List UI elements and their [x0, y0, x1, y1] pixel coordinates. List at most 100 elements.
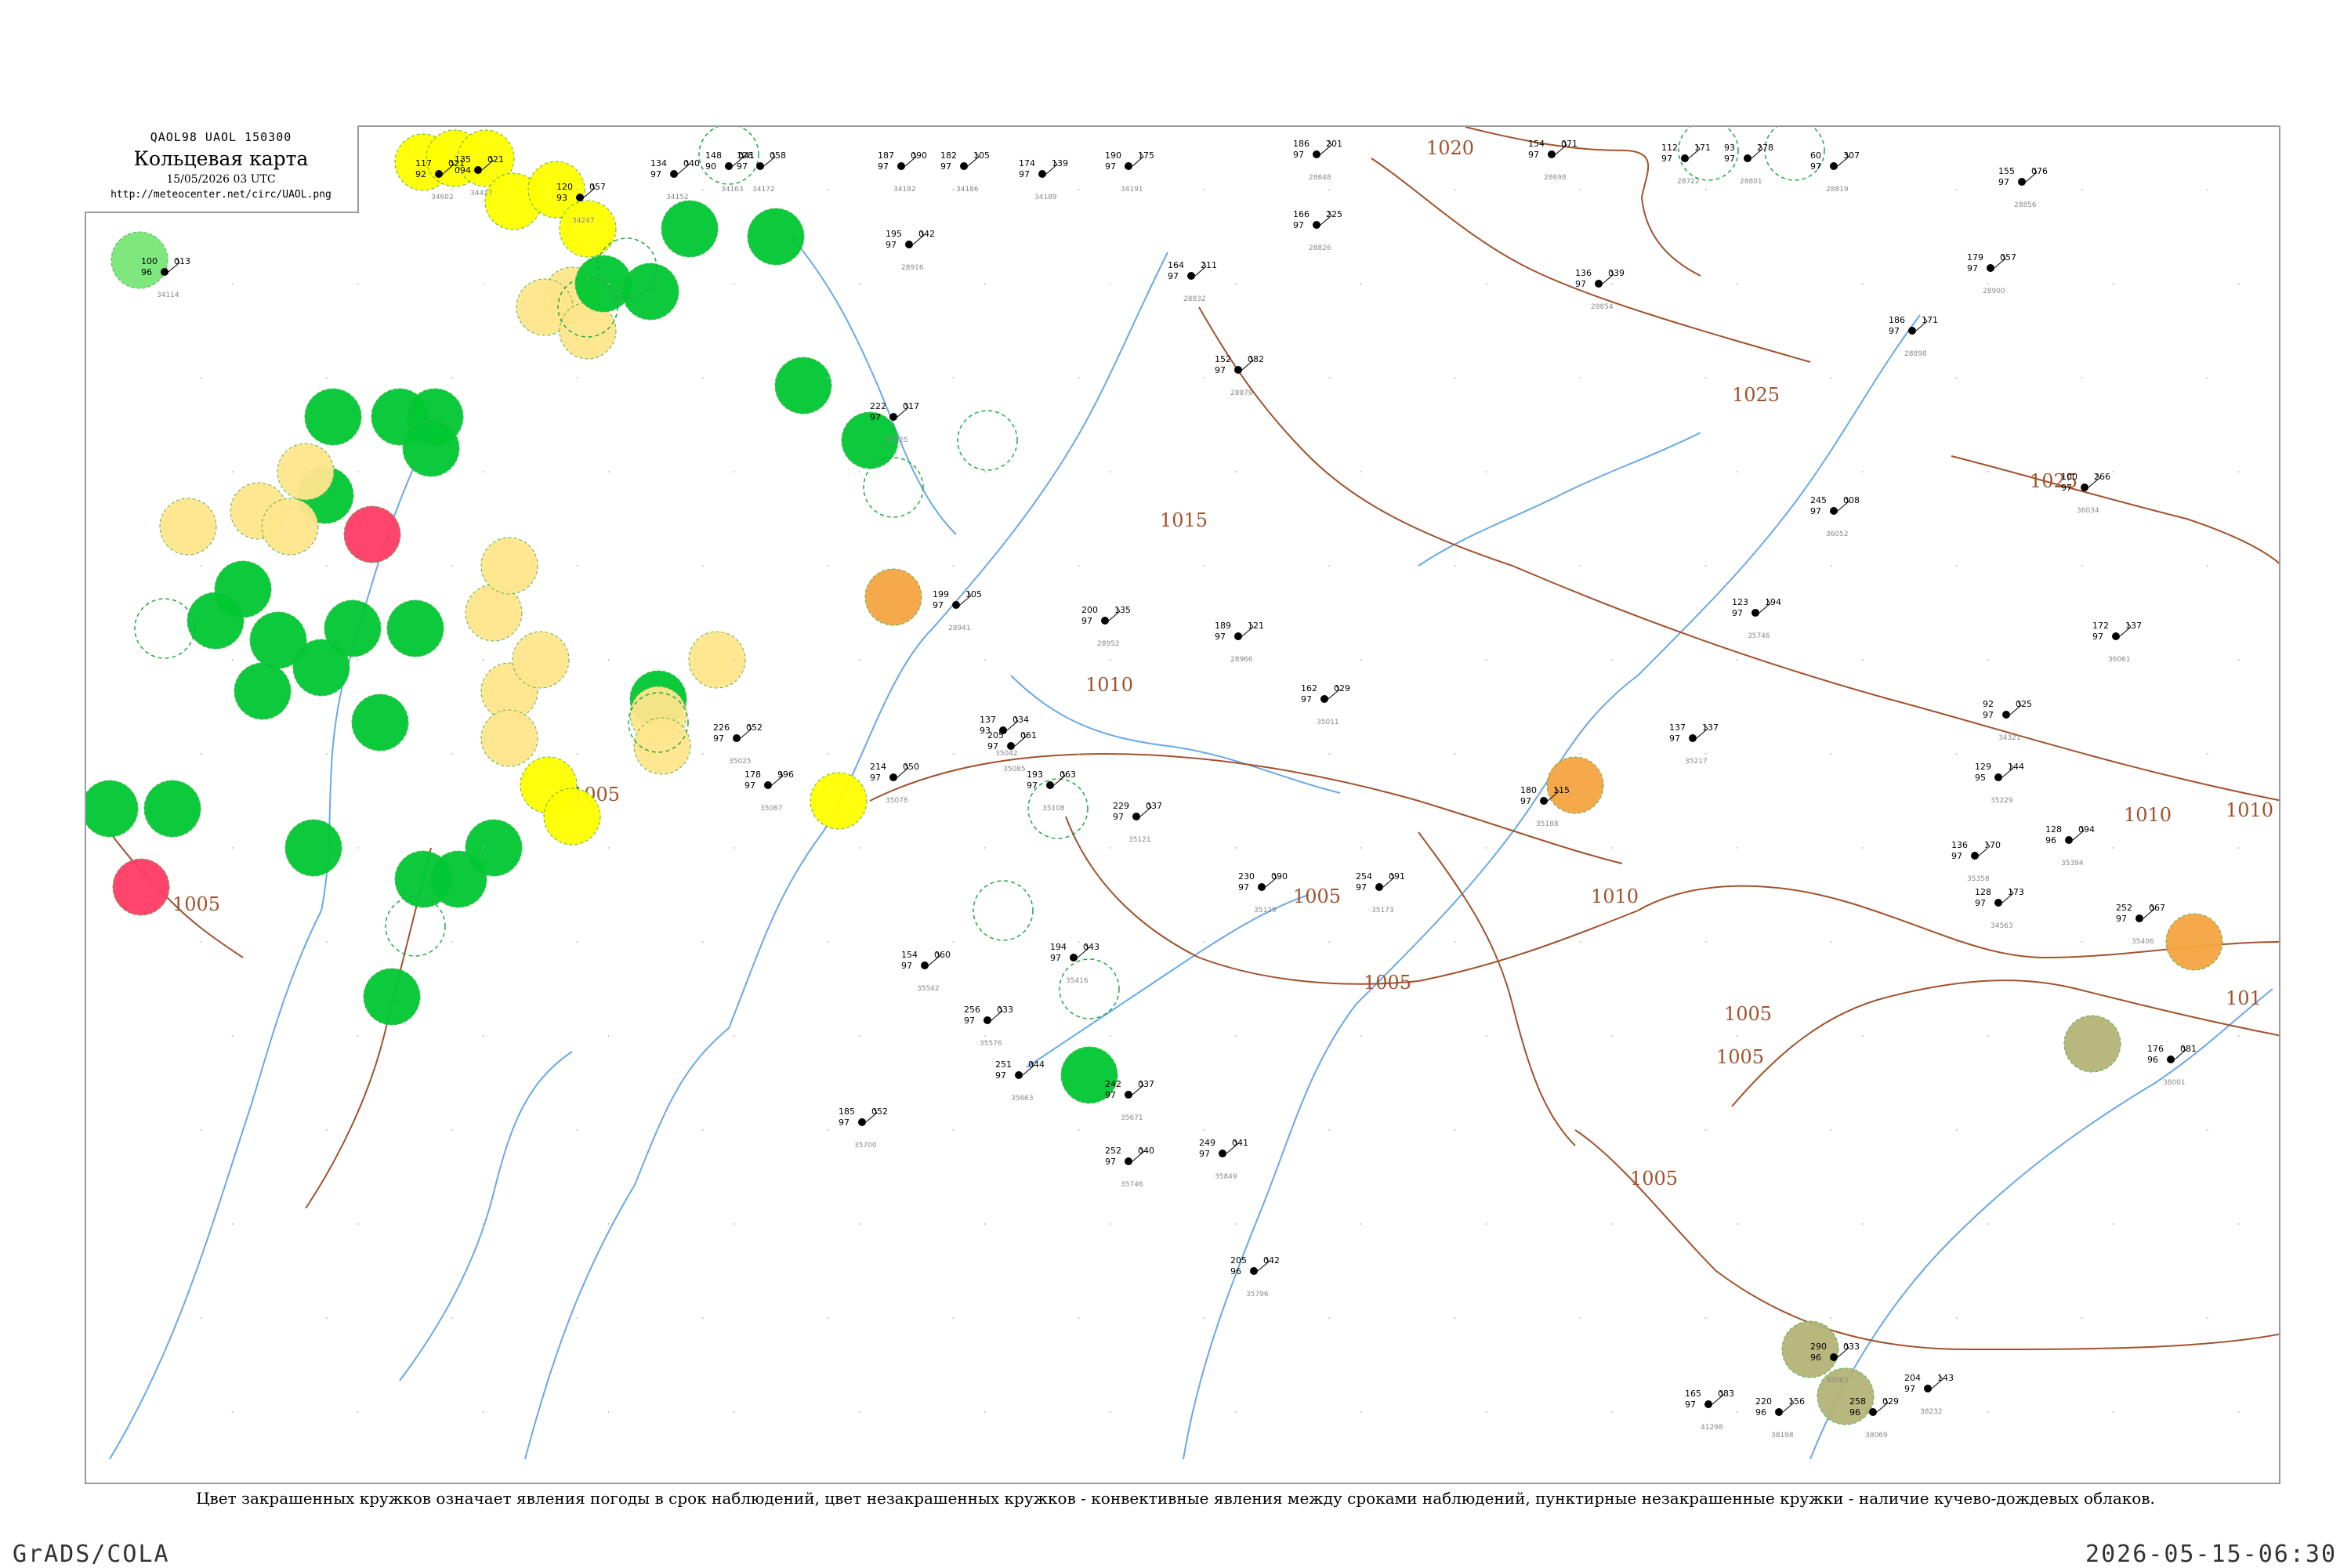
station-value-top: 172 [2092, 621, 2109, 631]
station-marker [1101, 617, 1109, 625]
graticule-dot [1078, 189, 1080, 190]
graticule-dot [451, 377, 453, 378]
station-value-mid: 96 [2147, 1055, 2158, 1065]
station-value-mid: 97 [1904, 1384, 1915, 1394]
graticule-dot [357, 1035, 359, 1037]
station-value-right: 042 [1263, 1255, 1280, 1266]
station-value-mid: 97 [839, 1117, 849, 1128]
graticule-dot [2112, 283, 2114, 284]
weather-circle-haze-37 [512, 631, 570, 689]
graticule-dot [1987, 1223, 1989, 1225]
graticule-dot [231, 1411, 234, 1413]
graticule-dot [1360, 659, 1362, 661]
graticule-dot [1454, 1317, 1456, 1319]
station-value-top: 290 [1810, 1342, 1827, 1352]
map-caption: Цвет закрашенных кружков означает явлени… [196, 1489, 2155, 1508]
graticule-dot [1830, 1317, 1832, 1319]
graticule-dot [1203, 377, 1205, 378]
isobar-2 [1198, 306, 2279, 802]
station-id: 28832 [1183, 295, 1206, 303]
station-value-right: 040 [1138, 1146, 1154, 1156]
station-plot: 19997 105 28941 [933, 589, 982, 632]
graticule-dot [1736, 1411, 1738, 1413]
station-value-right: 171 [1694, 143, 1711, 153]
station-marker [1689, 734, 1697, 742]
station-plot: 18697 171 28898 [1889, 315, 1938, 358]
station-value-top: 222 [870, 401, 886, 411]
station-plot: 18597 052 35700 [839, 1106, 888, 1150]
station-marker [1070, 954, 1078, 961]
graticule-dot [325, 1129, 328, 1131]
station-value-mid: 97 [1199, 1149, 1210, 1159]
station-plot: 22697 052 35025 [713, 722, 763, 766]
station-id: 35173 [1371, 907, 1394, 914]
graticule-dot [1861, 659, 1864, 661]
station-value-right: 029 [1882, 1396, 1899, 1407]
graticule-dot [1234, 471, 1237, 473]
station-id: 35700 [854, 1142, 877, 1150]
graticule-dot [733, 1035, 735, 1037]
station-id: 35108 [1042, 805, 1065, 813]
station-marker [1234, 632, 1242, 640]
graticule-dot [2237, 1035, 2240, 1037]
station-id: 34563 [1991, 922, 2013, 930]
station-plot: 6097 307 28819 [1810, 150, 1860, 194]
station-value-top: 195 [886, 229, 902, 239]
graticule-dot [1987, 1411, 1989, 1413]
isobar-8 [1574, 1129, 2279, 1351]
station-value-top: 186 [1889, 315, 1905, 325]
station-value-right: 081 [2180, 1044, 2197, 1054]
graticule-dot [1203, 941, 1205, 943]
station-plot: 19397 063 35108 [1027, 770, 1076, 813]
station-id: 34602 [431, 194, 454, 201]
station-value-right: 057 [589, 182, 606, 192]
station-id: 28952 [1097, 640, 1120, 648]
station-plot: 12397 194 35746 [1732, 597, 1781, 640]
station-marker [1125, 162, 1132, 170]
graticule-dot [1109, 283, 1111, 284]
graticule-dot [231, 283, 234, 284]
weather-circle-rain-27 [187, 592, 245, 650]
station-value-mid: 97 [1105, 161, 1116, 172]
graticule-dot [1579, 1317, 1581, 1319]
graticule-dot [482, 283, 484, 284]
map-legend-box: QAOL98 UAOL 150300 Кольцевая карта 15/05… [85, 125, 359, 213]
station-id: 35542 [917, 985, 940, 993]
station-plot: 15297 082 28879 [1215, 354, 1264, 397]
station-plot: 19597 042 28916 [886, 229, 935, 272]
station-value-mid: 97 [744, 780, 755, 791]
graticule-dot [1861, 847, 1864, 849]
graticule-dot [1955, 565, 1958, 567]
graticule-dot [952, 941, 955, 943]
station-id: 34172 [752, 186, 775, 194]
station-value-mid: 97 [1685, 1400, 1696, 1410]
graticule-dot [733, 1223, 735, 1225]
station-value-right: 052 [871, 1106, 888, 1117]
station-value-right: 090 [1271, 871, 1288, 882]
station-value-mid: 97 [1027, 780, 1038, 791]
station-marker [1375, 883, 1383, 891]
station-marker [1744, 154, 1751, 162]
graticule-dot [1485, 659, 1487, 661]
station-id: 35416 [1066, 977, 1089, 985]
station-value-right: 033 [997, 1005, 1013, 1015]
graticule-dot [325, 565, 328, 567]
graticule-dot [1955, 1129, 1958, 1131]
graticule-dot [827, 189, 829, 190]
station-id: 28925 [886, 436, 908, 444]
station-value-mid: 97 [2092, 632, 2103, 642]
station-plot: 16597 083 41298 [1685, 1389, 1734, 1432]
graticule-dot [2081, 1129, 2083, 1131]
station-value-top: 180 [1520, 785, 1537, 795]
graticule-dot [1736, 847, 1738, 849]
river-0 [109, 910, 322, 1460]
station-value-top: 60 [1810, 150, 1821, 161]
graticule-dot [482, 1035, 484, 1037]
graticule-dot [1328, 1129, 1331, 1131]
graticule-dot [1830, 377, 1832, 378]
graticule-dot [1955, 189, 1958, 190]
graticule-dot [576, 1129, 578, 1131]
station-plot: 20097 135 28952 [1081, 605, 1131, 648]
station-value-mid: 97 [2116, 914, 2127, 924]
station-value-mid: 92 [415, 169, 426, 179]
